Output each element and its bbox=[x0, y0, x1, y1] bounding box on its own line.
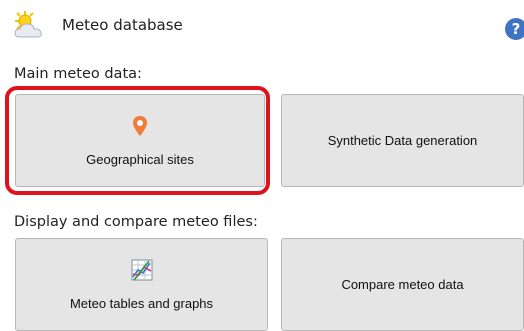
location-pin-icon bbox=[132, 115, 148, 140]
synthetic-data-generation-label: Synthetic Data generation bbox=[327, 133, 478, 148]
synthetic-data-generation-button[interactable]: Synthetic Data generation bbox=[281, 94, 524, 187]
section-label-display: Display and compare meteo files: bbox=[14, 214, 258, 230]
help-icon[interactable]: ? bbox=[505, 18, 524, 40]
page-title: Meteo database bbox=[62, 16, 183, 34]
chart-table-icon bbox=[130, 259, 154, 284]
section-label-main: Main meteo data: bbox=[14, 66, 142, 82]
geographical-sites-label: Geographical sites bbox=[86, 151, 194, 167]
meteo-tables-and-graphs-button[interactable]: Meteo tables and graphs bbox=[15, 238, 268, 331]
compare-meteo-data-button[interactable]: Compare meteo data bbox=[281, 238, 524, 331]
meteo-tables-and-graphs-label: Meteo tables and graphs bbox=[69, 295, 214, 311]
weather-sun-cloud-icon bbox=[12, 10, 46, 42]
compare-meteo-data-label: Compare meteo data bbox=[341, 277, 464, 292]
geographical-sites-button[interactable]: Geographical sites bbox=[15, 94, 265, 187]
